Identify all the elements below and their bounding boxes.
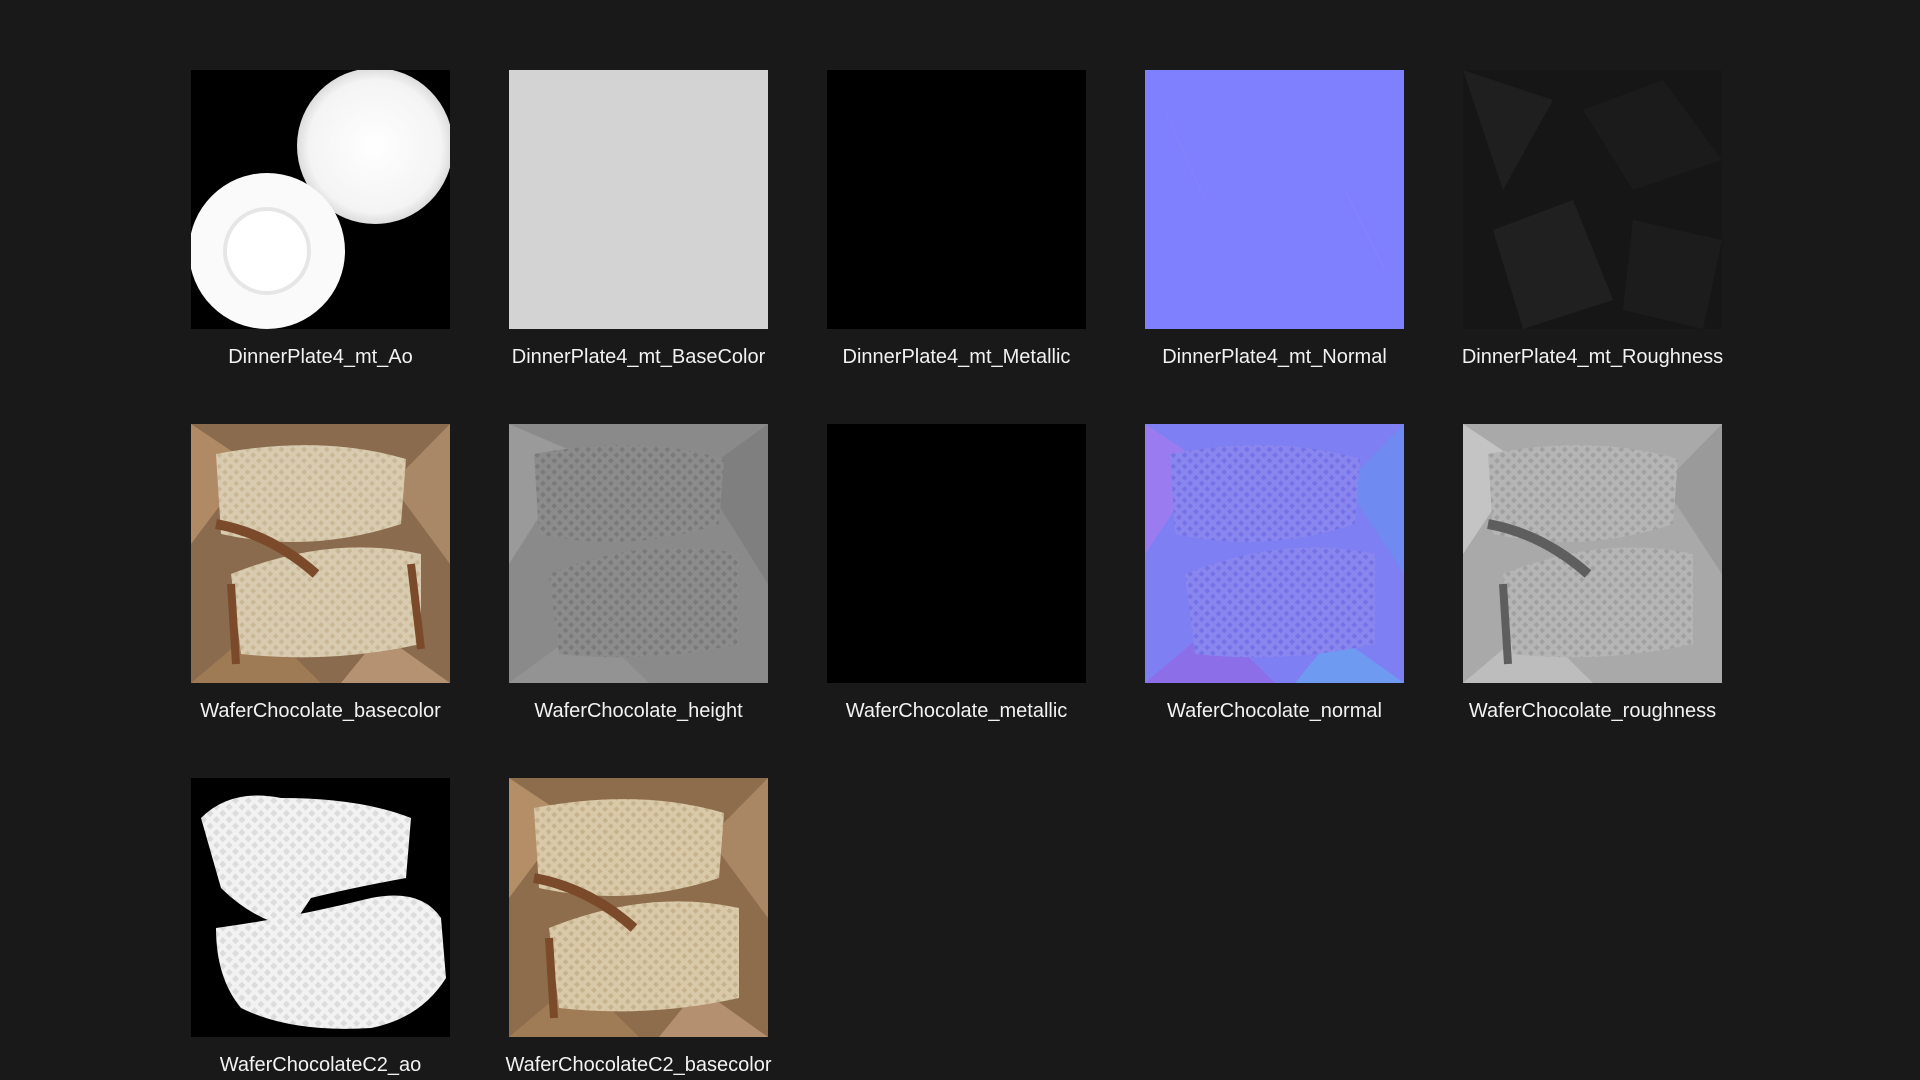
thumbnail-image bbox=[1145, 70, 1404, 329]
file-name: WaferChocolate_roughness bbox=[1468, 700, 1717, 722]
file-tile-waferc2-basecolor[interactable]: WaferChocolateC2_basecolor bbox=[505, 778, 772, 1080]
thumbnail-image bbox=[509, 70, 768, 329]
file-name: DinnerPlate4_mt_BaseColor bbox=[511, 346, 766, 368]
file-name: WaferChocolate_normal bbox=[1167, 700, 1382, 722]
file-tile-wafer-basecolor[interactable]: WaferChocolate_basecolor bbox=[191, 424, 450, 726]
file-name: WaferChocolate_metallic bbox=[845, 700, 1068, 722]
file-name: DinnerPlate4_mt_Ao bbox=[228, 346, 413, 368]
file-tile-dinnerplate-basecolor[interactable]: DinnerPlate4_mt_BaseColor bbox=[509, 70, 768, 372]
file-name: DinnerPlate4_mt_Roughness bbox=[1461, 346, 1724, 368]
file-name: DinnerPlate4_mt_Metallic bbox=[842, 346, 1071, 368]
file-name: WaferChocolateC2_ao bbox=[219, 1054, 422, 1076]
file-tile-dinnerplate-metallic[interactable]: DinnerPlate4_mt_Metallic bbox=[827, 70, 1086, 372]
file-tile-dinnerplate-roughness[interactable]: DinnerPlate4_mt_Roughness bbox=[1462, 70, 1723, 372]
file-name: WaferChocolateC2_basecolor bbox=[505, 1054, 772, 1076]
thumbnail-image bbox=[1145, 424, 1404, 683]
file-tile-waferc2-ao[interactable]: WaferChocolateC2_ao bbox=[191, 778, 450, 1080]
file-name: WaferChocolate_height bbox=[534, 700, 743, 722]
thumbnail-image bbox=[191, 424, 450, 683]
thumbnail-image bbox=[191, 70, 450, 329]
thumbnail-image bbox=[1463, 70, 1722, 329]
file-name: DinnerPlate4_mt_Normal bbox=[1162, 346, 1387, 368]
thumbnail-image bbox=[827, 70, 1086, 329]
file-tile-dinnerplate-normal[interactable]: DinnerPlate4_mt_Normal bbox=[1145, 70, 1404, 372]
file-tile-dinnerplate-ao[interactable]: DinnerPlate4_mt_Ao bbox=[191, 70, 450, 372]
file-tile-wafer-roughness[interactable]: WaferChocolate_roughness bbox=[1463, 424, 1722, 726]
thumbnail-image bbox=[509, 778, 768, 1037]
thumbnail-image bbox=[191, 778, 450, 1037]
thumbnail-image bbox=[509, 424, 768, 683]
thumbnail-grid: DinnerPlate4_mt_Ao DinnerPlate4_mt_BaseC… bbox=[191, 70, 1723, 1080]
file-tile-wafer-height[interactable]: WaferChocolate_height bbox=[509, 424, 768, 726]
thumbnail-image bbox=[827, 424, 1086, 683]
file-tile-wafer-normal[interactable]: WaferChocolate_normal bbox=[1145, 424, 1404, 726]
file-name: WaferChocolate_basecolor bbox=[200, 700, 441, 722]
thumbnail-image bbox=[1463, 424, 1722, 683]
file-tile-wafer-metallic[interactable]: WaferChocolate_metallic bbox=[827, 424, 1086, 726]
